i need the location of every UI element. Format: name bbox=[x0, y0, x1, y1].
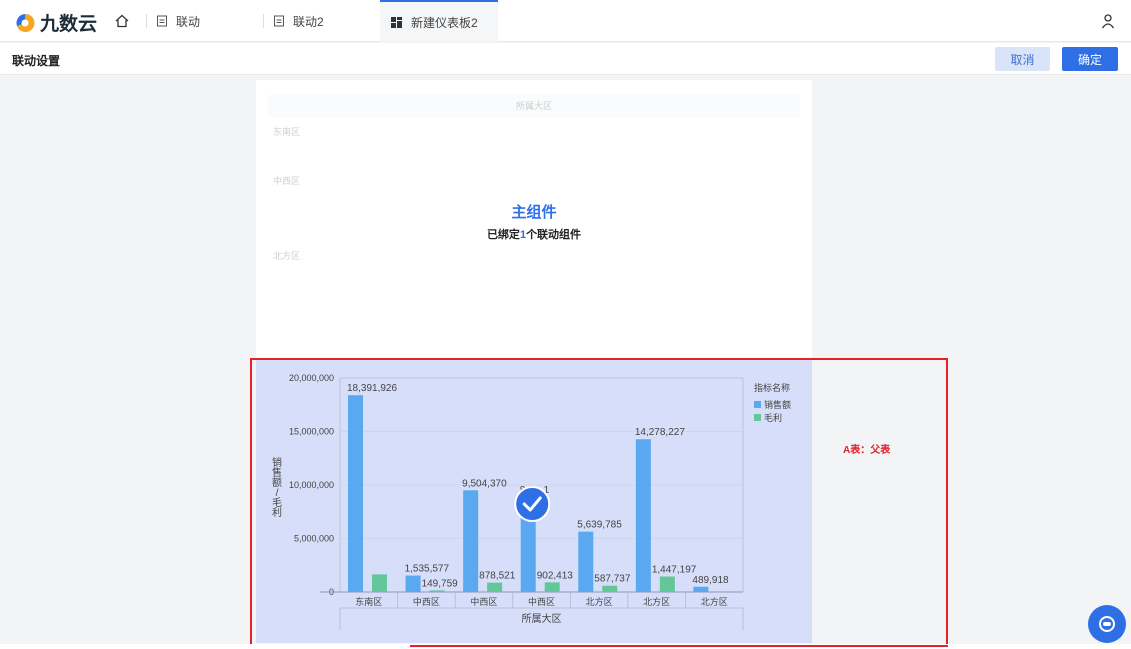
tab-new-dashboard[interactable]: 新建仪表板2 bbox=[380, 0, 498, 42]
user-icon[interactable] bbox=[1101, 13, 1115, 29]
bar-profit bbox=[372, 574, 387, 592]
data-label: 587,737 bbox=[594, 574, 631, 585]
selected-check-icon bbox=[514, 486, 551, 522]
chat-icon bbox=[1099, 616, 1115, 632]
top-bar: 九数云 联动 联动2 新建仪表板2 bbox=[0, 0, 1131, 42]
bar-profit bbox=[487, 582, 503, 592]
y-axis-title-char: 利 bbox=[272, 507, 282, 519]
page-title: 联动设置 bbox=[12, 54, 61, 68]
tab-label: 新建仪表板2 bbox=[411, 15, 478, 30]
app-logo[interactable]: 九数云 bbox=[14, 9, 97, 36]
y-tick-label: 15,000,000 bbox=[289, 427, 334, 437]
legend-label: 销售额 bbox=[764, 399, 791, 410]
data-label: 14,278,227 bbox=[635, 427, 685, 438]
binding-text-pre: 已绑定 bbox=[486, 229, 520, 241]
tab-liandong2[interactable]: 联动2 bbox=[273, 0, 324, 42]
confirm-button[interactable]: 确定 bbox=[1062, 47, 1118, 71]
data-label: 1,447,197 bbox=[652, 565, 697, 576]
x-tick-label: 北方区 bbox=[643, 596, 670, 607]
table-header: 所属大区 bbox=[268, 95, 800, 117]
data-label: 5,639,785 bbox=[577, 520, 622, 531]
tab-divider bbox=[263, 14, 264, 28]
parent-table-label: A表：父表 bbox=[843, 445, 891, 456]
table-row: 北方区 bbox=[273, 251, 301, 261]
data-label: 149,759 bbox=[422, 578, 459, 589]
legend-label: 毛利 bbox=[764, 412, 782, 423]
tab-label: 联动2 bbox=[293, 14, 324, 29]
binding-text-post: 个联动组件 bbox=[526, 229, 582, 241]
y-tick-label: 5,000,000 bbox=[294, 534, 334, 544]
bar-profit bbox=[429, 590, 445, 592]
logo-icon bbox=[16, 13, 35, 32]
chat-support-button[interactable] bbox=[1088, 605, 1126, 643]
bar-profit bbox=[544, 582, 560, 592]
data-label: 489,918 bbox=[692, 575, 729, 586]
tab-label: 联动 bbox=[176, 14, 201, 29]
bar-sales bbox=[405, 575, 421, 592]
x-tick-label: 中西区 bbox=[413, 596, 440, 607]
x-tick-label: 北方区 bbox=[586, 596, 613, 607]
selection-underline bbox=[410, 645, 948, 647]
bar-chart[interactable]: 20,000,00015,000,00010,000,0005,000,0000… bbox=[256, 360, 812, 643]
data-label: 18,391,926 bbox=[347, 383, 397, 394]
main-component-card[interactable]: 所属大区 东南区 中西区 北方区 主组件 已绑定1个联动组件 bbox=[256, 80, 812, 360]
settings-bar: 联动设置 取消 确定 bbox=[0, 43, 1131, 75]
legend-title: 指标名称 bbox=[754, 382, 790, 393]
x-tick-label: 东南区 bbox=[355, 596, 382, 607]
bar-sales bbox=[348, 395, 363, 592]
binding-summary: 已绑定1个联动组件 bbox=[256, 226, 812, 242]
legend-swatch-profit bbox=[754, 414, 761, 421]
y-tick-label: 20,000,000 bbox=[289, 373, 334, 383]
data-label: 9,504,370 bbox=[462, 478, 507, 489]
table-row: 东南区 bbox=[273, 127, 301, 137]
document-icon bbox=[274, 15, 284, 27]
legend-swatch-sales bbox=[754, 401, 761, 408]
tab-liandong[interactable]: 联动 bbox=[156, 0, 200, 42]
bar-sales bbox=[693, 586, 709, 592]
y-tick-label: 10,000,000 bbox=[289, 480, 334, 490]
bar-sales bbox=[463, 490, 479, 592]
bar-profit bbox=[602, 585, 618, 592]
data-label: 1,535,577 bbox=[405, 564, 450, 575]
document-icon bbox=[157, 15, 167, 27]
main-component-title: 主组件 bbox=[511, 204, 557, 221]
home-icon[interactable] bbox=[114, 13, 130, 29]
cancel-button[interactable]: 取消 bbox=[995, 47, 1050, 71]
x-tick-label: 中西区 bbox=[470, 596, 497, 607]
dashboard-icon bbox=[391, 16, 402, 28]
table-row: 中西区 bbox=[273, 176, 301, 186]
x-tick-label: 北方区 bbox=[701, 596, 728, 607]
tab-divider bbox=[146, 14, 147, 28]
x-tick-label: 中西区 bbox=[528, 596, 555, 607]
linked-chart-card[interactable]: 20,000,000 15,000,000 10,000,000 5,000,000 0… bbox=[256, 360, 812, 643]
bar-profit bbox=[659, 576, 675, 592]
bar-profit bbox=[717, 591, 733, 592]
x-axis-title: 所属大区 bbox=[522, 612, 562, 625]
data-label: 902,413 bbox=[537, 570, 574, 581]
data-label: 878,521 bbox=[479, 571, 516, 582]
bar-sales bbox=[578, 531, 594, 592]
bar-sales bbox=[635, 439, 651, 592]
logo-text: 九数云 bbox=[40, 13, 98, 35]
